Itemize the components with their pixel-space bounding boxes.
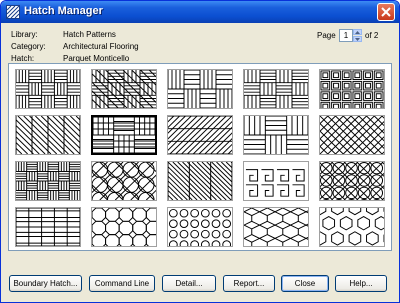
hatch-pattern-icon [168,208,232,246]
category-label: Category: [11,42,46,51]
octagon-tile[interactable] [91,207,157,247]
page-up-button[interactable] [353,29,362,35]
page-spinner [353,29,362,42]
hatch-pattern-icon [320,162,384,200]
hatch-pattern-icon [92,162,156,200]
library-value: Hatch Patterns [63,30,116,39]
parquet-squares-tile[interactable] [167,69,233,109]
pattern-grid [8,63,392,251]
close-icon [381,7,391,17]
hatch-pattern-icon [168,162,232,200]
hatch-pattern-icon [16,162,80,200]
diagonal-weave-tile[interactable] [15,115,81,155]
hatch-pattern-icon [244,208,308,246]
close-window-button[interactable] [377,3,395,21]
basketweave-tile[interactable] [15,69,81,109]
library-label: Library: [11,30,38,39]
boundary-hatch-button[interactable]: Boundary Hatch... [9,275,82,292]
hatch-pattern-icon [16,70,80,108]
staggered-plank-tile[interactable] [243,115,309,155]
report-button[interactable]: Report... [223,275,275,292]
hatch-pattern-icon [168,70,232,108]
page-number-input[interactable]: 1 [339,29,353,42]
page-selector: Page 1 of 2 [317,29,379,43]
small-blocks-tile[interactable] [15,161,81,201]
app-icon [6,5,20,19]
hatch-pattern-icon [320,70,384,108]
arrow-down-icon [355,38,360,41]
hatch-pattern-icon [320,208,384,246]
help-button[interactable]: Help... [335,275,387,292]
plank-blocks-tile[interactable] [91,115,157,155]
arrow-up-icon [355,31,360,34]
greek-key-tile[interactable] [243,161,309,201]
hatch-pattern-icon [16,208,80,246]
hatch-pattern-icon [244,70,308,108]
grid-tile[interactable] [15,207,81,247]
parquet-blocks-tile[interactable] [243,69,309,109]
diamond-weave-tile[interactable] [319,115,385,155]
hatch-manager-window: Hatch Manager Library: Hatch Patterns Ca… [0,0,400,303]
hatch-pattern-icon [16,116,80,154]
hatch-pattern-icon [92,208,156,246]
page-down-button[interactable] [353,36,362,42]
library-row: Library: Hatch Patterns [11,29,211,41]
hatch-pattern-icon [244,116,308,154]
hatch-pattern-icon [320,116,384,154]
hatch-pattern-icon [92,70,156,108]
diagonal-parquet-tile[interactable] [167,161,233,201]
command-line-button[interactable]: Command Line [89,275,155,292]
window-title: Hatch Manager [24,5,103,17]
title-bar[interactable]: Hatch Manager [1,1,399,23]
close-button[interactable]: Close [281,275,329,292]
page-label: Page [317,31,336,40]
cube-lattice-tile[interactable] [243,207,309,247]
hatch-pattern-icon [168,116,232,154]
hexagon-tile[interactable] [319,207,385,247]
herringbone-diagonal-tile[interactable] [91,69,157,109]
circle-lattice-tile[interactable] [319,161,385,201]
hatch-pattern-icon [93,117,155,153]
category-row: Category: Architectural Flooring [11,41,211,53]
hatch-info: Library: Hatch Patterns Category: Archit… [11,29,211,65]
page-count: of 2 [365,31,379,40]
category-value: Architectural Flooring [63,42,139,51]
concentric-squares-tile[interactable] [319,69,385,109]
hatch-pattern-icon [245,169,305,197]
parquet-monticello-tile[interactable] [91,161,157,201]
herringbone-tile[interactable] [167,115,233,155]
circle-rows-tile[interactable] [167,207,233,247]
detail-button[interactable]: Detail... [162,275,216,292]
